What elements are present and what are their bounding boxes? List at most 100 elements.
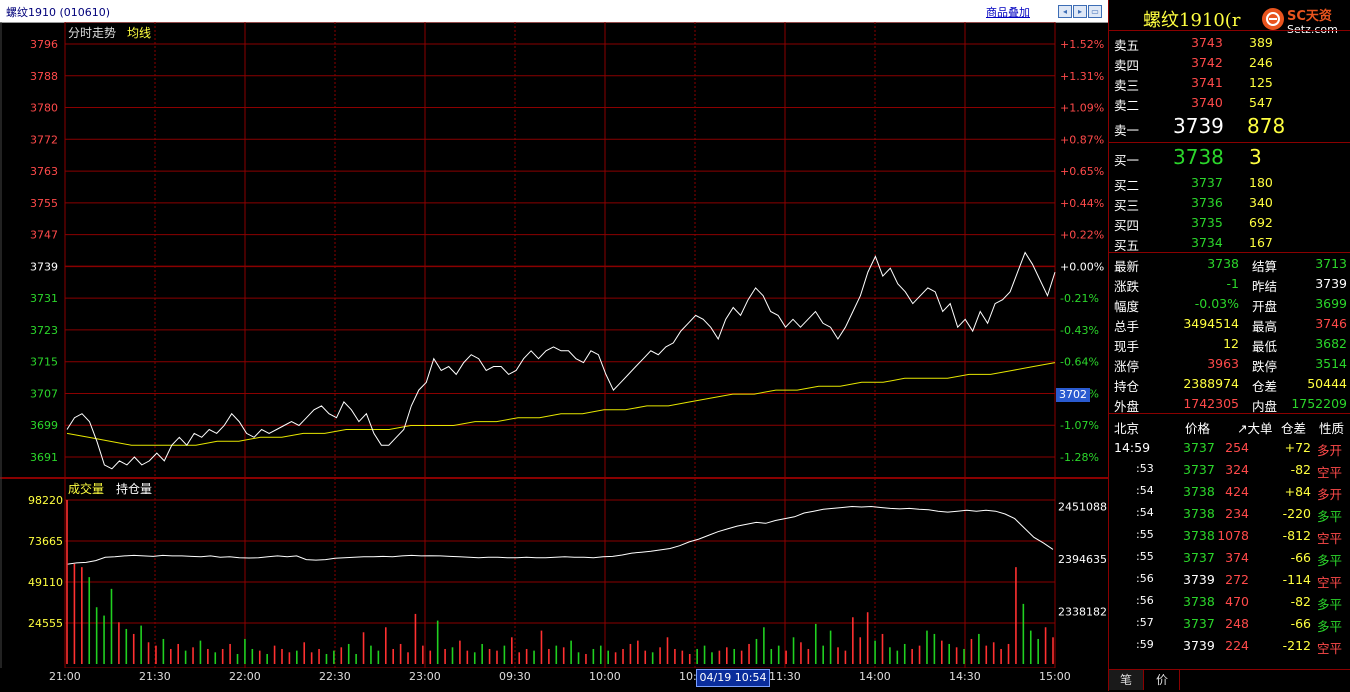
time-tick-label: 09:30 [499, 670, 531, 683]
pct-tick-label: +0.65% [1060, 165, 1104, 178]
stat-value: 3746 [1315, 316, 1347, 331]
tick-nature: 空平 [1317, 641, 1343, 656]
bid-qty: 692 [1249, 215, 1273, 230]
bid1-row[interactable]: 买一 3738 3 [1109, 144, 1350, 172]
stat-row[interactable]: 总手 3494514 最高 3746 [1109, 313, 1350, 334]
tick-time: :56 [1136, 594, 1154, 607]
tick-nature: 多平 [1317, 619, 1343, 634]
pct-tick-label: +1.52% [1060, 38, 1104, 51]
tick-volume: 234 [1225, 506, 1249, 521]
tick-nature: 多平 [1317, 597, 1343, 612]
time-tick-label: 11:30 [769, 670, 801, 683]
chart-frame [64, 22, 1056, 668]
stat-row[interactable]: 外盘 1742305 内盘 1752209 [1109, 393, 1350, 414]
bid-row[interactable]: 买二 3737 180 [1109, 172, 1350, 193]
tick-row[interactable]: 14:59 3737 254 +72 多开 [1109, 437, 1350, 459]
tick-time: :53 [1136, 462, 1154, 475]
right-arrow-icon[interactable]: ▸ [1073, 5, 1087, 18]
stat-row[interactable]: 最新 3738 结算 3713 [1109, 253, 1350, 274]
tick-volume: 254 [1225, 440, 1249, 455]
ask1-row[interactable]: 卖一 3739 878 [1109, 112, 1350, 142]
bid-price: 3734 [1191, 235, 1223, 250]
tick-header-oi: 仓差 [1281, 421, 1307, 436]
logo-text: SC天资 [1287, 8, 1332, 24]
stat-value: -1 [1226, 276, 1239, 291]
stat-value: 3738 [1207, 256, 1239, 271]
ask-row[interactable]: 卖二 3740 547 [1109, 92, 1350, 113]
tick-price: 3739 [1183, 638, 1215, 653]
bid-qty: 167 [1249, 235, 1273, 250]
stat-value: -0.03% [1194, 296, 1239, 311]
price-tick-label: 3788 [30, 70, 58, 83]
tab-trades[interactable]: 笔 [1109, 670, 1144, 690]
tick-row[interactable]: :57 3737 248 -66 多平 [1109, 613, 1350, 635]
tick-volume: 248 [1225, 616, 1249, 631]
bid-qty: 340 [1249, 195, 1273, 210]
stat-value: 3514 [1315, 356, 1347, 371]
tick-time: :55 [1136, 528, 1154, 541]
tick-oi-change: -66 [1290, 616, 1311, 631]
bid-price: 3736 [1191, 195, 1223, 210]
restore-icon[interactable]: ▭ [1088, 5, 1102, 18]
stat-row[interactable]: 持仓 2388974 仓差 50444 [1109, 373, 1350, 394]
tick-header[interactable]: 北京 价格 ↗大单 仓差 性质 [1109, 415, 1350, 437]
bid-row[interactable]: 买四 3735 692 [1109, 212, 1350, 233]
tick-tabs: 笔价 [1109, 669, 1350, 692]
price-tick-label: 3739 [30, 260, 58, 273]
bid-row[interactable]: 买五 3734 167 [1109, 232, 1350, 253]
tick-price: 3738 [1183, 484, 1215, 499]
tick-price: 3738 [1183, 528, 1215, 543]
tick-nature: 多平 [1317, 553, 1343, 568]
price-tick-label: 3731 [30, 292, 58, 305]
tick-volume: 272 [1225, 572, 1249, 587]
tab-price[interactable]: 价 [1145, 670, 1180, 690]
tick-row[interactable]: :55 3738 1078 -812 空平 [1109, 525, 1350, 547]
volume-caption: 成交量 [68, 481, 104, 496]
volume-tick-label: 73665 [28, 535, 63, 548]
price-line [66, 251, 1056, 470]
bid-price: 3735 [1191, 215, 1223, 230]
pct-tick-label: +0.44% [1060, 197, 1104, 210]
price-tick-label: 3691 [30, 451, 58, 464]
tick-row[interactable]: :56 3739 272 -114 空平 [1109, 569, 1350, 591]
stat-row[interactable]: 现手 12 最低 3682 [1109, 333, 1350, 354]
stat-value: 3713 [1315, 256, 1347, 271]
tick-oi-change: +72 [1284, 440, 1311, 455]
left-arrow-icon[interactable]: ◂ [1058, 5, 1072, 18]
tick-row[interactable]: :59 3739 224 -212 空平 [1109, 635, 1350, 657]
tick-row[interactable]: :56 3738 470 -82 多平 [1109, 591, 1350, 613]
tick-header-type: 性质 [1319, 421, 1345, 436]
volume-tick-label: 24555 [28, 617, 63, 630]
tick-header-price: 价格 [1185, 421, 1211, 436]
ask-row[interactable]: 卖五 3743 389 [1109, 32, 1350, 53]
tick-row[interactable]: :54 3738 424 +84 多开 [1109, 481, 1350, 503]
ask-qty: 389 [1249, 35, 1273, 50]
ask-row[interactable]: 卖三 3741 125 [1109, 72, 1350, 93]
overlay-button[interactable]: 商品叠加 [986, 4, 1030, 20]
intraday-chart[interactable]: 3796 +1.52% 3788 +1.31% 3780 +1.09% 3772 +0.87%… [0, 22, 1108, 668]
stat-row[interactable]: 涨停 3963 跌停 3514 [1109, 353, 1350, 374]
bid-row[interactable]: 买三 3736 340 [1109, 192, 1350, 213]
tick-oi-change: -114 [1282, 572, 1311, 587]
tick-row[interactable]: :54 3738 234 -220 多平 [1109, 503, 1350, 525]
pct-tick-label: +1.09% [1060, 102, 1104, 115]
pct-tick-label: +0.22% [1060, 229, 1104, 242]
tick-header-vol: ↗大单 [1237, 421, 1273, 436]
tick-row[interactable]: :53 3737 324 -82 空平 [1109, 459, 1350, 481]
tick-time: :59 [1136, 638, 1154, 651]
tick-row[interactable]: :55 3737 374 -66 多平 [1109, 547, 1350, 569]
tick-time: :54 [1136, 484, 1154, 497]
tick-oi-change: +84 [1284, 484, 1311, 499]
tick-price: 3738 [1183, 506, 1215, 521]
ask-row[interactable]: 卖四 3742 246 [1109, 52, 1350, 73]
tick-nature: 空平 [1317, 465, 1343, 480]
tick-oi-change: -82 [1290, 594, 1311, 609]
ask1-qty: 878 [1247, 114, 1286, 138]
tick-oi-change: -66 [1290, 550, 1311, 565]
stat-row[interactable]: 涨跌 -1 昨结 3739 [1109, 273, 1350, 294]
time-tick-label: 14:00 [859, 670, 891, 683]
bid-qty: 180 [1249, 175, 1273, 190]
tick-volume: 470 [1225, 594, 1249, 609]
contract-title: 螺纹1910 (010610) [6, 6, 111, 19]
stat-row[interactable]: 幅度 -0.03% 开盘 3699 [1109, 293, 1350, 314]
